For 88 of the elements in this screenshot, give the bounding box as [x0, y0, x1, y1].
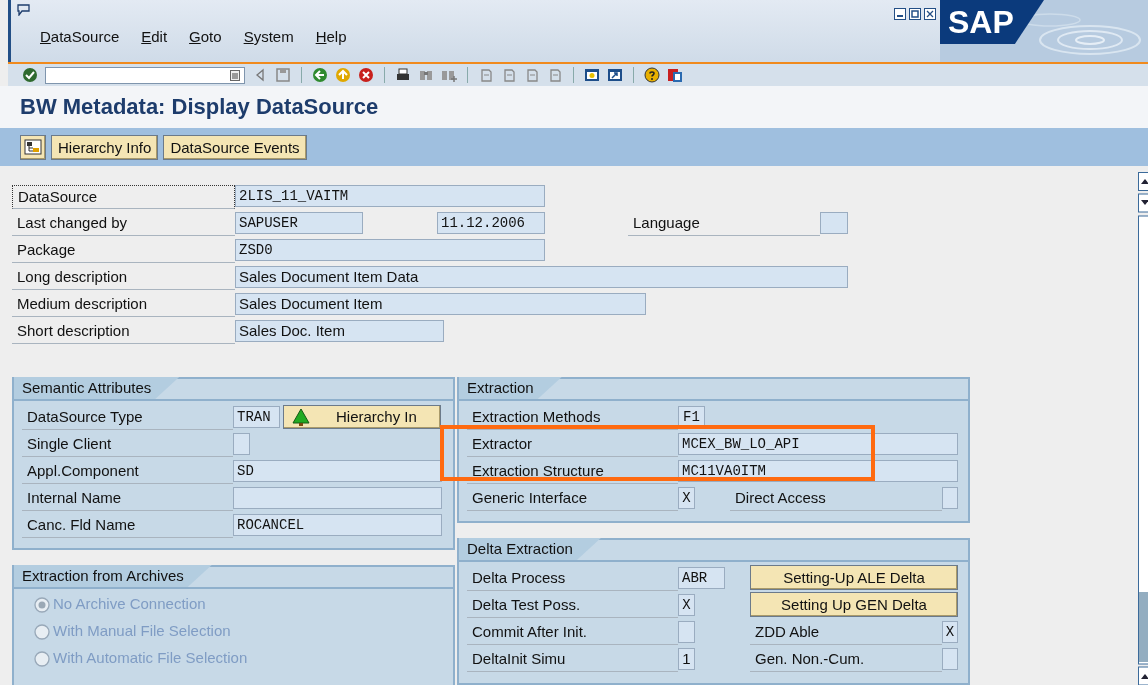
- input-field[interactable]: [820, 211, 848, 234]
- field-label: ZDD Able: [750, 621, 942, 645]
- group-title: Extraction from Archives: [14, 565, 212, 587]
- tree-icon: [290, 407, 312, 426]
- save-icon[interactable]: [275, 67, 291, 83]
- input-field[interactable]: ROCANCEL: [233, 513, 442, 536]
- command-field[interactable]: [45, 66, 245, 84]
- input-field[interactable]: ZSD0: [235, 238, 545, 261]
- input-field[interactable]: Sales Document Item Data: [235, 265, 848, 288]
- input-field[interactable]: Sales Document Item: [235, 292, 646, 315]
- input-field[interactable]: MCEX_BW_LO_API: [678, 432, 958, 455]
- page-icon[interactable]: [524, 67, 540, 83]
- field-label: Delta Process: [467, 567, 678, 591]
- hierarchy-button[interactable]: Hierarchy In: [283, 404, 441, 429]
- action-button[interactable]: Setting-Up ALE Delta: [750, 565, 958, 590]
- input-field[interactable]: X: [942, 620, 958, 643]
- menu-icon[interactable]: [17, 4, 31, 16]
- field-label: Commit After Init.: [467, 621, 678, 645]
- screen-title: BW Metadata: Display DataSource: [20, 93, 380, 121]
- input-field[interactable]: ABR: [678, 566, 725, 589]
- field-label: Long description: [12, 266, 235, 290]
- field-label: Appl.Component: [22, 460, 233, 484]
- field-label: Language: [628, 212, 820, 236]
- input-field[interactable]: 2LIS_11_VAITM: [235, 184, 545, 207]
- check-icon[interactable]: [22, 67, 38, 83]
- menu-item[interactable]: Help: [315, 26, 347, 49]
- menu-item[interactable]: System: [243, 26, 294, 49]
- layout-icon[interactable]: [667, 67, 683, 83]
- option-label: No Archive Connection: [53, 594, 206, 615]
- new-window-icon[interactable]: [584, 67, 600, 83]
- field-label: Extraction Methods: [467, 406, 678, 430]
- group-title: Delta Extraction: [459, 538, 601, 560]
- toolbar-button[interactable]: DataSource Events: [163, 134, 307, 160]
- page-icon[interactable]: [547, 67, 563, 83]
- scrollbar[interactable]: [1138, 172, 1148, 685]
- field-label: DataSource Type: [22, 406, 233, 430]
- menu-item[interactable]: DataSource: [40, 26, 120, 49]
- field-label: Delta Test Poss.: [467, 594, 678, 618]
- toolbar-button[interactable]: Hierarchy Info: [51, 134, 159, 160]
- field-label: Direct Access: [730, 487, 942, 511]
- help-icon[interactable]: [644, 67, 660, 83]
- input-field[interactable]: [233, 432, 250, 455]
- field-label: Internal Name: [22, 487, 233, 511]
- input-field[interactable]: [678, 620, 695, 643]
- cancel-icon[interactable]: [358, 67, 374, 83]
- menu-item[interactable]: Edit: [141, 26, 168, 49]
- shortcut-icon[interactable]: [607, 67, 623, 83]
- input-field[interactable]: 11.12.2006: [437, 211, 545, 234]
- field-label: Last changed by: [12, 212, 235, 236]
- option-label: With Manual File Selection: [53, 621, 231, 642]
- hierarchy-icon: [24, 139, 42, 155]
- group-title: Extraction: [459, 377, 562, 399]
- field-label: Package: [12, 239, 235, 263]
- option-label: With Automatic File Selection: [53, 648, 248, 669]
- page-icon[interactable]: [478, 67, 494, 83]
- restore-icon[interactable]: [909, 8, 921, 20]
- field-label: Single Client: [22, 433, 233, 457]
- field-label: DataSource: [12, 185, 235, 209]
- input-field[interactable]: TRAN: [233, 405, 280, 428]
- input-field[interactable]: [942, 647, 958, 670]
- input-field[interactable]: [942, 486, 958, 509]
- close-icon[interactable]: [924, 8, 936, 20]
- field-label: Short description: [12, 320, 235, 344]
- input-field[interactable]: SAPUSER: [235, 211, 363, 234]
- input-field[interactable]: SD: [233, 459, 442, 482]
- page-icon[interactable]: [501, 67, 517, 83]
- hierarchy-button[interactable]: [20, 134, 46, 160]
- input-field[interactable]: 1: [678, 647, 695, 670]
- action-button[interactable]: Setting Up GEN Delta: [750, 592, 958, 617]
- back-icon[interactable]: [312, 67, 328, 83]
- dropdown-icon[interactable]: [230, 69, 240, 81]
- field-label: Generic Interface: [467, 487, 678, 511]
- menu-item[interactable]: Goto: [189, 26, 222, 49]
- input-field[interactable]: F1: [678, 405, 705, 428]
- input-field[interactable]: X: [678, 486, 695, 509]
- input-field[interactable]: Sales Doc. Item: [235, 319, 444, 342]
- up-arrow-icon[interactable]: [335, 67, 351, 83]
- input-field[interactable]: [233, 486, 442, 509]
- field-label: DeltaInit Simu: [467, 648, 678, 672]
- print-icon[interactable]: [395, 67, 411, 83]
- field-label: Gen. Non.-Cum.: [750, 648, 942, 672]
- field-label: Extractor: [467, 433, 678, 457]
- minimize-icon[interactable]: [894, 8, 906, 20]
- input-field[interactable]: X: [678, 593, 695, 616]
- group-title: Semantic Attributes: [14, 377, 180, 399]
- field-label: Canc. Fld Name: [22, 514, 233, 538]
- field-label: Extraction Structure: [467, 460, 678, 484]
- field-label: Medium description: [12, 293, 235, 317]
